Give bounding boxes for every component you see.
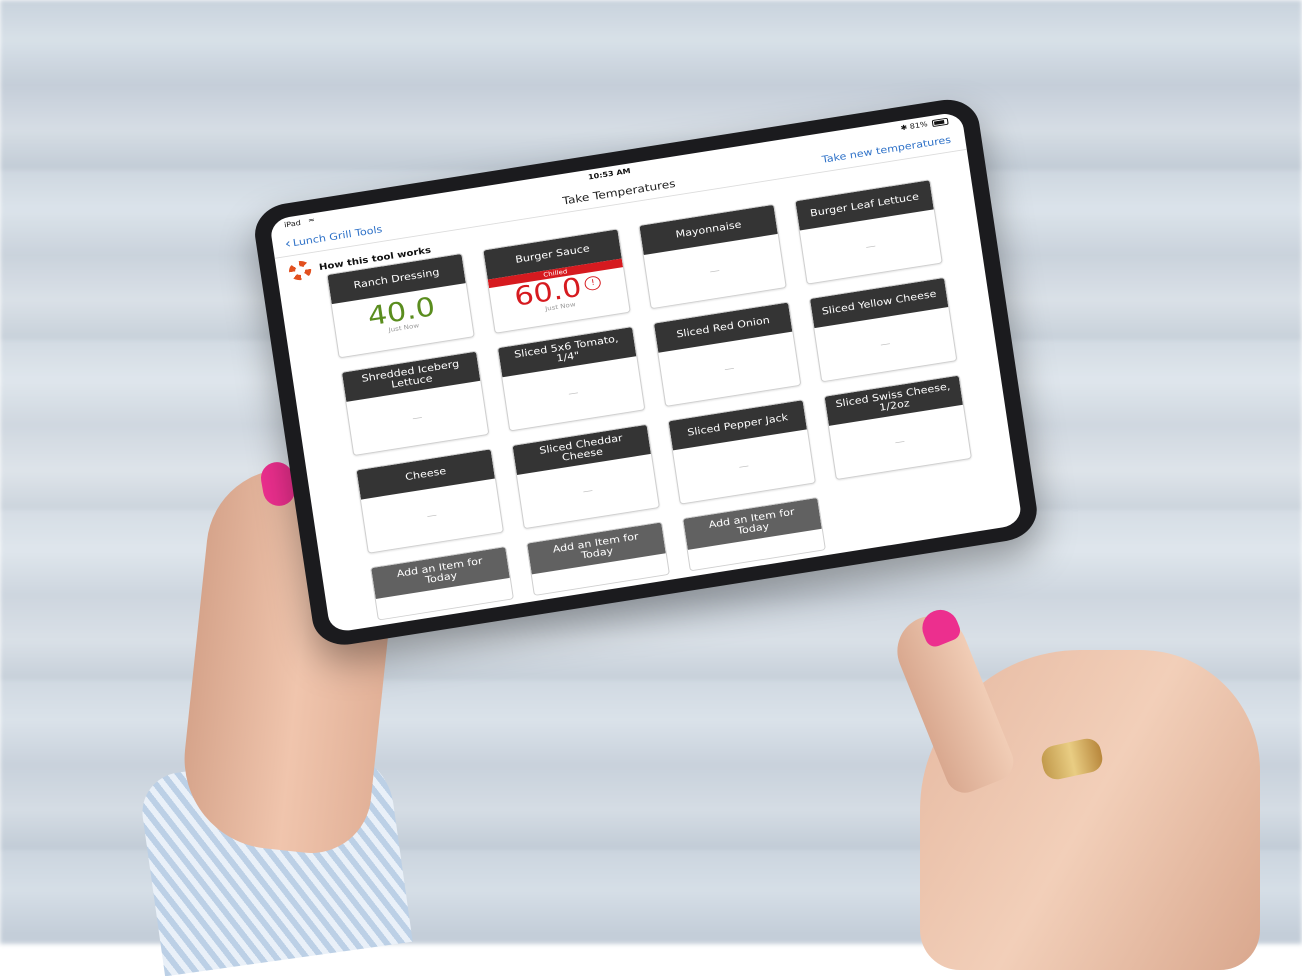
wifi-icon: ≈: [307, 215, 316, 225]
add-item-button[interactable]: Add an Item for Today: [526, 521, 670, 596]
temp-card-sliced-red-onion[interactable]: Sliced Red Onion —: [652, 301, 802, 407]
empty-value: —: [738, 461, 750, 473]
add-item-button[interactable]: Add an Item for Today: [682, 496, 826, 572]
battery-percent: 81%: [909, 120, 929, 131]
temp-card-sliced-cheddar-cheese[interactable]: Sliced Cheddar Cheese —: [511, 423, 660, 530]
battery-icon: [931, 117, 949, 127]
empty-value: —: [723, 363, 736, 375]
empty-value: —: [582, 485, 594, 497]
empty-value: —: [879, 339, 892, 351]
temp-card-sliced-swiss-cheese[interactable]: Sliced Swiss Cheese, 1/2oz —: [823, 374, 972, 481]
alert-icon: !: [584, 275, 603, 292]
ipad-screen: iPad ≈ 10:53 AM ✱ 81% ‹ Lunch Grill Tool…: [269, 111, 1023, 634]
empty-value: —: [865, 241, 877, 253]
add-item-label: Add an Item for Today: [371, 547, 510, 599]
temp-card-burger-sauce[interactable]: Burger Sauce Chilled 60.0! Just Now: [482, 228, 631, 334]
add-item-button[interactable]: Add an Item for Today: [370, 546, 514, 621]
temp-card-mayonnaise[interactable]: Mayonnaise —: [638, 203, 787, 310]
add-item-label: Add an Item for Today: [683, 497, 822, 550]
temp-card-sliced-yellow-cheese[interactable]: Sliced Yellow Cheese —: [808, 276, 958, 383]
temp-card-burger-leaf-lettuce[interactable]: Burger Leaf Lettuce —: [794, 179, 943, 285]
status-device-label: iPad: [283, 218, 302, 230]
temp-card-shredded-iceberg-lettuce[interactable]: Shredded Iceberg Lettuce —: [340, 350, 490, 457]
empty-value: —: [709, 265, 721, 277]
temp-card-sliced-tomato[interactable]: Sliced 5x6 Tomato, 1/4" —: [496, 326, 646, 432]
lifebuoy-icon: [287, 259, 313, 282]
empty-value: —: [411, 412, 424, 424]
add-item-label: Add an Item for Today: [527, 522, 666, 575]
bluetooth-icon: ✱: [899, 123, 908, 133]
temp-card-cheese[interactable]: Cheese —: [355, 448, 504, 554]
empty-value: —: [426, 510, 438, 522]
empty-value: —: [567, 388, 580, 400]
empty-value: —: [894, 436, 906, 448]
temp-card-sliced-pepper-jack[interactable]: Sliced Pepper Jack —: [667, 399, 816, 505]
